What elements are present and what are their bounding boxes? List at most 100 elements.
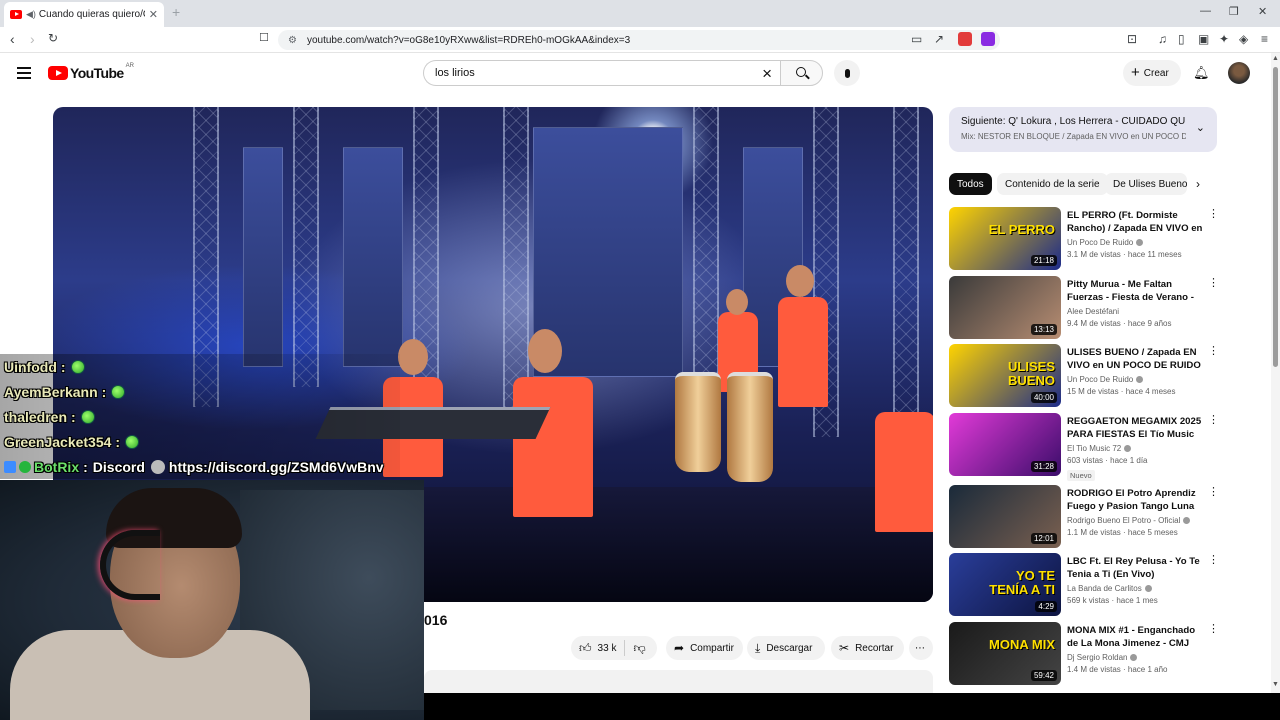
bookmark-icon[interactable]: ☐ [259,31,269,44]
dislike-icon[interactable]: 👎︎ [633,641,645,656]
search-button[interactable] [780,60,823,86]
media-icon[interactable]: ♫ [1158,32,1167,46]
video-thumbnail[interactable]: 12:01 [949,485,1061,548]
more-actions-button[interactable]: ⋯ [909,636,933,660]
tab-close-icon[interactable]: ✕ [149,8,158,21]
video-thumbnail[interactable]: MONA MIX 59:42 [949,622,1061,685]
chevron-right-icon[interactable]: › [1196,177,1200,191]
new-tab-button[interactable]: + [172,4,180,20]
restore-icon[interactable]: ❐ [1229,5,1239,18]
verified-icon [1124,445,1132,453]
share-label: Compartir [690,642,734,654]
kebab-menu-icon[interactable]: ⋮ [1208,278,1219,289]
musician [875,412,933,532]
recommendation-title[interactable]: LBC Ft. El Rey Pelusa - Yo Te Tenia a Ti… [1067,555,1203,581]
site-info-icon[interactable]: ⚙ [288,35,297,46]
scrollbar-thumb[interactable] [1273,67,1278,367]
wallet-icon[interactable]: ▣ [1198,32,1209,46]
account-avatar[interactable] [1228,62,1250,84]
browser-tab-bar: ◀) Cuando quieras quiero/Ojalá ✕ + — ❐ ✕ [0,0,1280,27]
like-dislike-group: 👍︎ 33 k 👎︎ [571,636,657,660]
up-next-card[interactable]: Siguiente: Q' Lokura , Los Herrera - CUI… [949,107,1217,152]
create-button[interactable]: + Crear [1123,60,1181,86]
chip-channel[interactable]: De Ulises Bueno [1105,173,1187,195]
clear-search-icon[interactable]: × [762,64,772,84]
like-count[interactable]: 33 k [598,643,617,654]
recommendation-item[interactable]: MONA MIX 59:42 MONA MIX #1 - Enganchado de… [949,622,1219,686]
share-page-icon[interactable]: ↗ [934,32,944,46]
notifications-bell-icon[interactable]: 🔔︎ [1193,65,1210,81]
kebab-menu-icon[interactable]: ⋮ [1208,346,1219,357]
back-icon[interactable]: ‹ [10,31,15,47]
description-box[interactable] [424,670,933,694]
channel-name[interactable]: Dj Sergio Roldan [1067,653,1127,662]
extension-shield-icon[interactable] [958,32,972,46]
chat-line: Uinfodd: [0,354,400,379]
chip-all[interactable]: Todos [949,173,992,195]
speaker-icon[interactable]: ◀) [26,9,36,20]
minimize-icon[interactable]: — [1200,5,1211,17]
download-button[interactable]: ⤓ Descargar [747,636,825,660]
recommendation-item[interactable]: YO TE TENÍA A TI 4:29 LBC Ft. El Rey Pelus… [949,553,1219,617]
recommendation-item[interactable]: EL PERRO 21:18 EL PERRO (Ft. Dormiste Ranc… [949,207,1219,271]
recommendation-item[interactable]: 31:28 REGGAETON MEGAMIX 2025 PARA FIESTAS… [949,413,1219,481]
voice-search-button[interactable] [834,60,860,86]
channel-name[interactable]: El Tio Music 72 [1067,444,1121,453]
page-scrollbar[interactable]: ▲ ▼ [1271,53,1280,693]
video-thumbnail[interactable]: ULISES BUENO 40:00 [949,344,1061,407]
recommendation-item[interactable]: 12:01 RODRIGO El Potro Aprendiz Fuego y P… [949,485,1219,549]
extension-notification-icon[interactable] [981,32,995,46]
recommendation-item[interactable]: 13:13 Pitty Murua - Me Faltan Fuerzas - F… [949,276,1219,340]
create-label: Crear [1143,67,1169,79]
sidebar-icon[interactable]: ▯ [1178,32,1185,46]
kebab-menu-icon[interactable]: ⋮ [1208,624,1219,635]
share-button[interactable]: ➦ Compartir [666,636,743,660]
channel-name[interactable]: Un Poco De Ruido [1067,238,1133,247]
recommendation-title[interactable]: ULISES BUENO / Zapada EN VIVO en UN POCO… [1067,346,1203,372]
channel-name[interactable]: Un Poco De Ruido [1067,375,1133,384]
search-input[interactable]: los lirios × [423,60,780,86]
up-next-mix: Mix: NESTOR EN BLOQUE / Zapada EN VIVO e… [961,132,1186,141]
chevron-down-icon[interactable]: ⌄ [1196,121,1205,134]
recommendation-title[interactable]: RODRIGO El Potro Aprendiz Fuego y Pasion… [1067,487,1203,513]
menu-icon[interactable]: ≡ [1261,32,1268,46]
recommendation-title[interactable]: Pitty Murua - Me Faltan Fuerzas - Fiesta… [1067,278,1203,304]
reload-icon[interactable]: ↻ [48,31,58,45]
video-meta: 15 M de vistas · hace 4 meses [1067,387,1176,396]
recommendation-title[interactable]: EL PERRO (Ft. Dormiste Rancho) / Zapada … [1067,209,1203,235]
recommendation-item[interactable]: ULISES BUENO 40:00 ULISES BUENO / Zapada E… [949,344,1219,408]
cast-icon[interactable]: ▭ [911,32,922,46]
logo-text: YouTube [70,65,124,81]
video-thumbnail[interactable]: 13:13 [949,276,1061,339]
channel-name[interactable]: La Banda de Carlitos [1067,584,1142,593]
channel-name[interactable]: Alee Destéfani [1067,307,1119,316]
like-icon[interactable]: 👍︎ [579,641,592,656]
window-close-icon[interactable]: ✕ [1258,5,1267,18]
kebab-menu-icon[interactable]: ⋮ [1208,415,1219,426]
thumbnail-text: YO TE TENÍA A TI [989,568,1055,597]
vpn-icon[interactable]: ◈ [1239,32,1248,46]
recommendation-title[interactable]: MONA MIX #1 - Enganchado de La Mona Jime… [1067,624,1203,650]
video-thumbnail[interactable]: EL PERRO 21:18 [949,207,1061,270]
country-code: AR [125,63,134,69]
channel-name[interactable]: Rodrigo Bueno El Potro - Oficial [1067,516,1180,525]
clip-button[interactable]: ✂ Recortar [831,636,904,660]
browser-tab[interactable]: ◀) Cuando quieras quiero/Ojalá ✕ [4,2,164,27]
video-thumbnail[interactable]: 31:28 [949,413,1061,476]
screenshot-icon[interactable]: ⊡ [1127,32,1137,46]
scroll-up-icon[interactable]: ▲ [1272,55,1279,62]
scroll-down-icon[interactable]: ▼ [1272,681,1279,688]
recommendation-title[interactable]: REGGAETON MEGAMIX 2025 PARA FIESTAS El T… [1067,415,1203,441]
url-field[interactable]: ⚙ youtube.com/watch?v=oG8e10yRXww&list=R… [278,30,1000,50]
guide-menu-icon[interactable] [17,67,31,79]
youtube-logo[interactable]: YouTube AR [48,63,134,81]
verified-icon [1144,585,1152,593]
ai-icon[interactable]: ✦ [1219,32,1229,46]
kebab-menu-icon[interactable]: ⋮ [1208,555,1219,566]
forward-icon[interactable]: › [30,31,35,47]
scissors-icon: ✂ [839,641,850,655]
kebab-menu-icon[interactable]: ⋮ [1208,209,1219,220]
chip-series[interactable]: Contenido de la serie [997,173,1108,195]
video-thumbnail[interactable]: YO TE TENÍA A TI 4:29 [949,553,1061,616]
kebab-menu-icon[interactable]: ⋮ [1208,487,1219,498]
